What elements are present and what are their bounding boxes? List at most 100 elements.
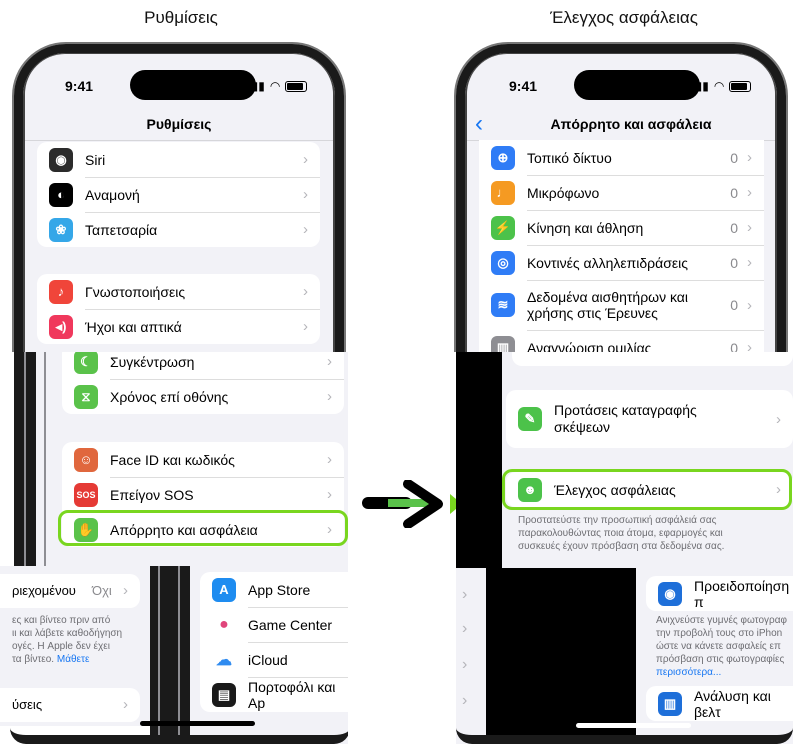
highlight-privacy-security — [58, 510, 348, 546]
status-time: 9:41 — [509, 78, 538, 94]
right-phone-middle: ✎ Προτάσεις καταγραφής σκέψεων › ☻ Έλεγχος α… — [456, 352, 793, 568]
right-phone-bottom: › › › › ◉ Προειδοποίηση π Ανιχνεύστε γυμν… — [456, 568, 793, 744]
row-screen-time[interactable]: ⧖ Χρόνος επί οθόνης › — [62, 379, 344, 414]
right-phone-top: 9:41 ▮▮▮ ◠ ‹ Απόρρητο και ασφάλεια ⊕ Τοπικ… — [452, 40, 793, 352]
left-phone-top: 9:41 ▮▮▮ ◠ Ρυθμίσεις ◉ Siri › ◐ Αναμονή › ❀ Τα… — [0, 40, 352, 352]
back-chevron-icon[interactable]: ‹ — [475, 110, 483, 138]
wifi-icon: ◠ — [269, 79, 281, 93]
row-analysis[interactable]: ▥ Ανάλυση και βελτ — [646, 686, 793, 721]
journal-row-group: ✎ Προτάσεις καταγραφής σκέψεων › — [506, 390, 793, 448]
row-icloud[interactable]: ☁ iCloud — [200, 642, 348, 677]
battery-icon — [729, 80, 752, 92]
journal-icon: ✎ — [518, 407, 542, 431]
row-sos[interactable]: SOS Επείγον SOS › — [62, 477, 344, 512]
chevron-right-icon: › — [747, 339, 752, 352]
row-siri[interactable]: ◉ Siri › — [37, 142, 320, 177]
app-store-icon: A — [212, 577, 236, 602]
permissions-group: ⊕ Τοπικό δίκτυο 0 › ♩ Μικρόφωνο 0 › ⚡ Κίνηση κα… — [479, 140, 764, 352]
game-center-icon: ● — [212, 612, 236, 637]
content-row[interactable]: ριεχομένου Όχι › — [0, 574, 140, 608]
row-standby[interactable]: ◐ Αναμονή › — [37, 177, 320, 212]
row-speech[interactable]: ▥ Αναγνώριση ομιλίας 0 › — [479, 330, 764, 352]
chevron-right-icon: › — [747, 219, 752, 236]
row-motion[interactable]: ⚡ Κίνηση και άθληση 0 › — [479, 210, 764, 245]
content-footnote: ες και βίντεο πριν από ιι και λάβετε καθ… — [12, 615, 123, 665]
siri-icon: ◉ — [49, 147, 73, 172]
signal-icon: ▮▮▮ — [245, 79, 265, 93]
row-microphone[interactable]: ♩ Μικρόφωνο 0 › — [479, 175, 764, 210]
row-sensitive-warning[interactable]: ◉ Προειδοποίηση π — [646, 576, 793, 611]
journal-group — [512, 352, 793, 366]
left-caption: Ρυθμίσεις — [144, 8, 218, 27]
wallet-icon: ▤ — [212, 682, 236, 707]
row-face-id[interactable]: ☺ Face ID και κωδικός › — [62, 442, 344, 477]
motion-icon: ⚡ — [491, 215, 515, 240]
chevron-right-icon: › — [303, 151, 308, 168]
row-notifications[interactable]: ♪ Γνωστοποιήσεις › — [37, 274, 320, 309]
status-icons: ▮▮▮ ◠ — [689, 79, 752, 93]
chevron-right-icon: › — [303, 318, 308, 335]
settings-group-1: ◉ Siri › ◐ Αναμονή › ❀ Ταπετσαρία › — [37, 142, 320, 247]
chevron-right-icon: › — [303, 186, 308, 203]
chevron-right-icon: › — [327, 388, 332, 405]
row-focus[interactable]: ☾ Συγκέντρωση › — [62, 352, 344, 379]
status-icons: ▮▮▮ ◠ — [245, 79, 308, 93]
page-title: Απόρρητο και ασφάλεια — [550, 116, 712, 132]
chevron-right-icon: › — [747, 254, 752, 271]
chevron-right-icon: › — [303, 221, 308, 238]
row-game-center[interactable]: ● Game Center — [200, 607, 348, 642]
warning-group: ◉ Προειδοποίηση π — [646, 576, 793, 611]
left-screen: 9:41 ▮▮▮ ◠ Ρυθμίσεις ◉ Siri › ◐ Αναμονή › ❀ Τα… — [25, 54, 333, 352]
analysis-group: ▥ Ανάλυση και βελτ — [646, 686, 793, 721]
left-phone-middle: ☾ Συγκέντρωση › ⧖ Χρόνος επί οθόνης › ☺ Face … — [14, 352, 348, 566]
row-research[interactable]: ≋ Δεδομένα αισθητήρων και χρήσης στις Έρευ… — [479, 280, 764, 330]
globe-icon: ⊕ — [491, 145, 515, 170]
focus-icon: ☾ — [74, 352, 98, 374]
wifi-icon: ◠ — [713, 79, 725, 93]
dynamic-island — [130, 70, 256, 100]
row-wallpaper[interactable]: ❀ Ταπετσαρία › — [37, 212, 320, 247]
apps-group: A App Store ● Game Center ☁ iCloud ▤ Πορτοφό… — [200, 572, 348, 712]
chevron-right-icon: › — [747, 184, 752, 201]
signal-icon: ▮▮▮ — [689, 79, 709, 93]
row-journal-suggestions[interactable]: ✎ Προτάσεις καταγραφής σκέψεων › — [506, 390, 793, 448]
right-caption: Έλεγχος ασφάλειας — [550, 8, 698, 27]
page-title: Ρυθμίσεις — [146, 116, 212, 132]
highlight-safety-check — [502, 469, 792, 510]
learn-more-link[interactable]: Μάθετε — [57, 654, 90, 665]
chevron-right-icon: › — [327, 451, 332, 468]
right-arrow-icon — [362, 480, 462, 528]
settings-group-2: ♪ Γνωστοποιήσεις › ◂) Ήχοι και απτικά › — [37, 274, 320, 344]
row-app-store[interactable]: A App Store — [200, 572, 348, 607]
more-link[interactable]: περισσότερα... — [656, 666, 793, 679]
chevron-right-icon: › — [747, 149, 752, 166]
research-icon: ≋ — [491, 293, 515, 317]
speech-icon: ▥ — [491, 335, 515, 352]
notifications-icon: ♪ — [49, 279, 73, 304]
right-screen: 9:41 ▮▮▮ ◠ ‹ Απόρρητο και ασφάλεια ⊕ Τοπικ… — [467, 54, 775, 352]
chevron-right-icon: › — [303, 283, 308, 300]
dynamic-island — [574, 70, 700, 100]
chevron-right-icon: › — [327, 353, 332, 370]
warning-footnote: Ανιχνεύστε γυμνές φωτογραφ την προβολή τ… — [656, 614, 793, 679]
screen-time-icon: ⧖ — [74, 384, 98, 409]
sounds-icon: ◂) — [49, 314, 73, 339]
row-nearby[interactable]: ◎ Κοντινές αλληλεπιδράσεις 0 › — [479, 245, 764, 280]
left-bottom-row[interactable]: ύσεις › — [0, 688, 140, 722]
row-local-network[interactable]: ⊕ Τοπικό δίκτυο 0 › — [479, 140, 764, 175]
left-phone-bottom: ριεχομένου Όχι › ες και βίντεο πριν από … — [0, 566, 348, 744]
eye-icon: ◉ — [658, 581, 682, 606]
chevron-right-icon: › — [327, 486, 332, 503]
safety-footnote: Προστατεύστε την προσωπική ασφάλειά σας … — [518, 515, 725, 552]
chevron-right-icon: › — [123, 696, 128, 713]
microphone-icon: ♩ — [491, 180, 515, 205]
wallpaper-icon: ❀ — [49, 217, 73, 242]
settings-group-3: ☾ Συγκέντρωση › ⧖ Χρόνος επί οθόνης › — [62, 352, 344, 414]
home-indicator — [140, 721, 255, 726]
battery-icon — [285, 80, 308, 92]
icloud-icon: ☁ — [212, 647, 236, 672]
row-wallet[interactable]: ▤ Πορτοφόλι και Ap — [200, 677, 348, 712]
face-id-icon: ☺ — [74, 447, 98, 472]
chevron-right-icon: › — [747, 296, 752, 314]
row-sounds[interactable]: ◂) Ήχοι και απτικά › — [37, 309, 320, 344]
